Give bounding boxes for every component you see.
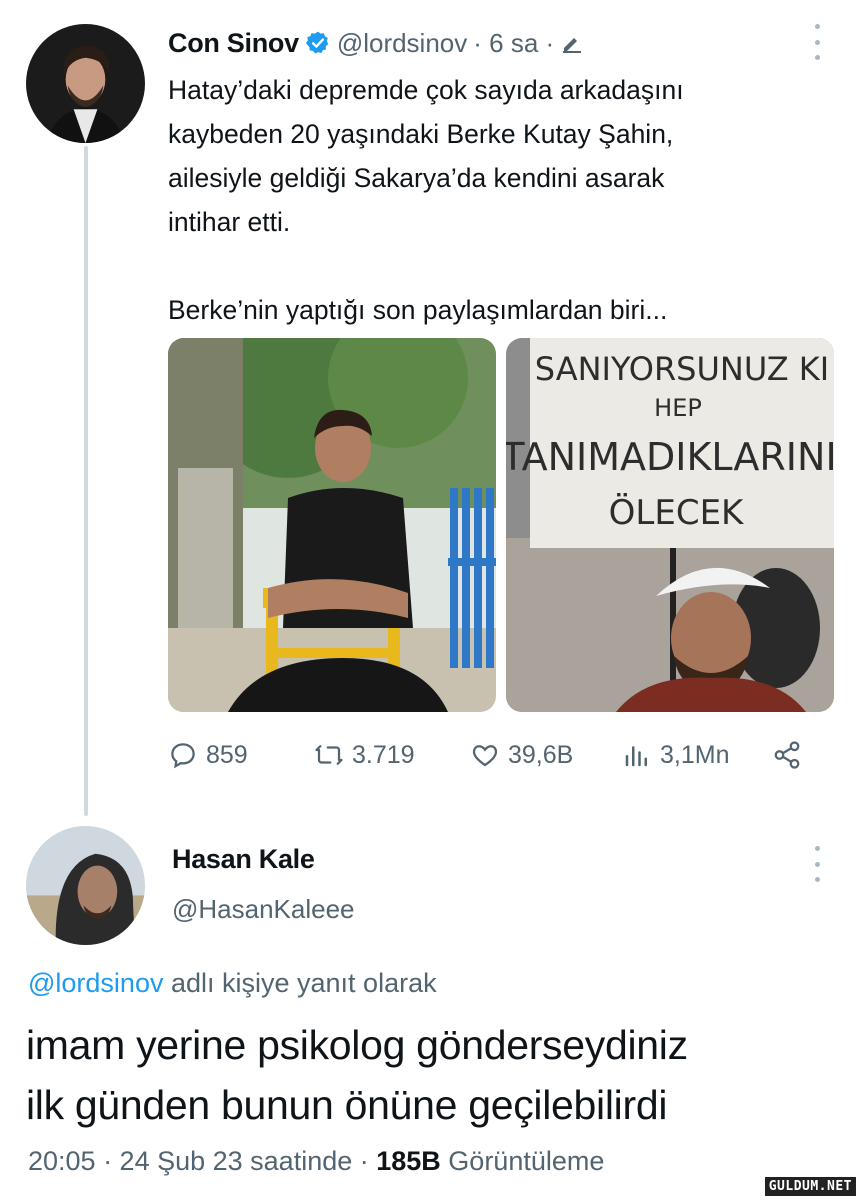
reply-meta: 20:05 · 24 Şub 23 saatinde · 185B Görünt… — [28, 1146, 604, 1177]
thread-connector-line — [84, 146, 88, 816]
reply-views-label: Görüntüleme — [440, 1146, 605, 1176]
reply-author-name[interactable]: Hasan Kale — [172, 844, 315, 875]
avatar-hooded-man-image — [26, 826, 145, 945]
reply-author-block: Hasan Kale — [172, 844, 315, 875]
tweet-author-name[interactable]: Con Sinov — [168, 28, 299, 59]
like-count: 39,6B — [508, 740, 574, 769]
heart-icon — [472, 745, 498, 767]
tweet-timestamp[interactable]: · 6 sa · — [473, 28, 554, 59]
tweet-image-2[interactable]: SANIYORSUNUZ KI HEP TANIMADIKLARINIZ ÖLE… — [506, 338, 834, 712]
reply-more-options-icon[interactable] — [812, 846, 822, 882]
edited-pencil-icon[interactable] — [560, 31, 584, 55]
verified-badge-icon — [305, 31, 329, 54]
reply-body: imam yerine psikolog gönderseydiniz ilk … — [26, 1015, 836, 1135]
retweet-count: 3.719 — [352, 740, 415, 769]
tweet-text: Hatay’daki depremde çok sayıda arkadaşın… — [168, 75, 684, 325]
sign-line-4: ÖLECEK — [609, 492, 745, 533]
views-chart-icon — [625, 746, 647, 767]
tweet-action-bar: 859 3.719 39,6B 3,1Mn — [168, 733, 808, 777]
replying-to-mention[interactable]: @lordsinov — [28, 968, 163, 998]
reply-bubble-icon — [171, 743, 195, 769]
reply-author-handle[interactable]: @HasanKaleee — [172, 894, 355, 925]
sign-line-2: HEP — [654, 394, 702, 422]
tweet-image-1[interactable] — [168, 338, 496, 712]
reply-timestamp[interactable]: 20:05 · 24 Şub 23 saatinde · — [28, 1146, 376, 1176]
retweet-icon — [315, 745, 343, 765]
avatar-portrait-image — [26, 24, 145, 143]
avatar-con-sinov[interactable] — [26, 24, 145, 143]
sign-line-1: SANIYORSUNUZ KI — [535, 350, 829, 388]
photo-protest-sign: SANIYORSUNUZ KI HEP TANIMADIKLARINIZ ÖLE… — [506, 338, 834, 712]
avatar-hasan-kale[interactable] — [26, 826, 145, 945]
share-action[interactable] — [772, 733, 802, 777]
reply-views-count: 185B — [376, 1146, 441, 1176]
reply-action[interactable]: 859 — [168, 733, 248, 777]
retweet-action[interactable]: 3.719 — [314, 733, 415, 777]
replying-to-line: @lordsinov adlı kişiye yanıt olarak — [28, 968, 437, 999]
reply-text: imam yerine psikolog gönderseydiniz ilk … — [26, 1022, 688, 1128]
views-count: 3,1Mn — [660, 740, 730, 769]
photo-young-man-on-yellow-chair — [168, 338, 496, 712]
sign-line-3: TANIMADIKLARINIZ — [506, 435, 834, 479]
share-icon — [774, 741, 800, 769]
views-action[interactable]: 3,1Mn — [622, 733, 729, 777]
tweet-body: Hatay’daki depremde çok sayıda arkadaşın… — [168, 68, 828, 332]
site-watermark-logo: GULDUM.NET — [763, 1176, 857, 1197]
tweet-author-handle[interactable]: @lordsinov — [337, 28, 467, 59]
like-action[interactable]: 39,6B — [470, 733, 573, 777]
reply-count: 859 — [206, 740, 248, 769]
replying-to-suffix: adlı kişiye yanıt olarak — [163, 968, 437, 998]
tweet-media-grid: SANIYORSUNUZ KI HEP TANIMADIKLARINIZ ÖLE… — [168, 338, 834, 712]
tweet-more-options-icon[interactable] — [812, 24, 822, 60]
